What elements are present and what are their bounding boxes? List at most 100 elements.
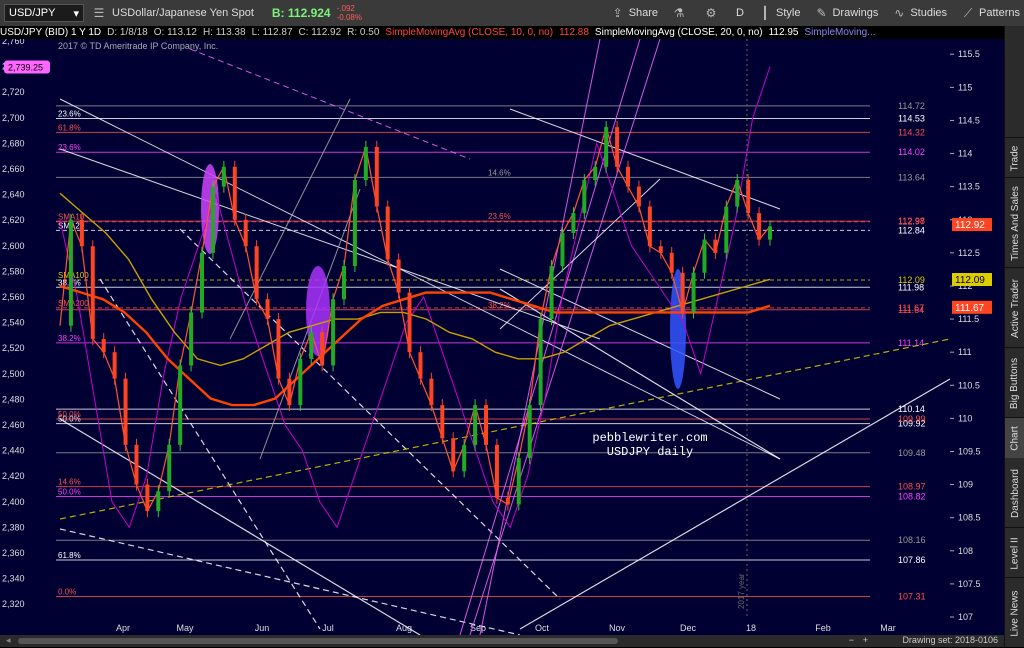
patterns-button[interactable]: ⟋ Patterns — [961, 6, 1020, 20]
candle-body — [320, 332, 325, 366]
side-tab-big-buttons[interactable]: Big Buttons — [1005, 347, 1024, 418]
x-axis-tick: Apr — [116, 623, 130, 633]
left-axis-tick: 2,340 — [2, 574, 25, 584]
side-tab-dashboard[interactable]: Dashboard — [1005, 457, 1024, 528]
x-axis-tick: Jul — [322, 623, 334, 633]
side-tab-times-and-sales[interactable]: Times And Sales — [1005, 177, 1024, 268]
candle-body — [604, 127, 609, 167]
candle-body — [658, 246, 663, 253]
side-tab-label: Times And Sales — [1009, 185, 1021, 261]
level-label: 23.6% — [58, 143, 81, 152]
sma100-badge: 112.09 — [955, 275, 985, 286]
side-tab-label: Big Buttons — [1009, 357, 1021, 409]
gear-button[interactable]: ⚙ — [704, 6, 722, 20]
level-value: 112.98 — [898, 216, 925, 226]
chart-svg[interactable]: 2,320 2,340 2,360 2,380 2,400 2,420 2,440 2,460… — [0, 36, 1004, 636]
share-button[interactable]: ⇪ Share — [611, 6, 658, 20]
info-range: R: 0.50 — [347, 27, 380, 38]
candle-body — [396, 259, 401, 293]
bid-price: B: 112.924 — [271, 6, 331, 20]
info-close: C: 112.92 — [298, 27, 342, 38]
candle-body — [473, 405, 478, 445]
candle-body — [571, 213, 576, 233]
left-axis-tick: 2,360 — [2, 548, 25, 558]
chart-plot-area[interactable]: 2,320 2,340 2,360 2,380 2,400 2,420 2,440 2,460… — [0, 36, 1004, 636]
watermark-line1: pebblewriter.com — [592, 431, 707, 445]
level-label: 61.8% — [58, 123, 81, 132]
year-marker: 2017 year — [737, 573, 746, 609]
candle-body — [505, 497, 510, 505]
candle-body — [352, 180, 357, 267]
left-axis-tick: 2,600 — [2, 241, 25, 251]
candle-body — [713, 239, 718, 253]
level-label: 38.2% — [488, 301, 511, 310]
side-tab-active-trader[interactable]: Active Trader — [1005, 267, 1024, 348]
right-axis-tick: 108.5 — [958, 513, 981, 523]
candle-body — [189, 312, 194, 366]
candle-body — [101, 338, 106, 353]
right-axis-tick: 109 — [958, 480, 973, 490]
candle-body — [451, 438, 456, 472]
candle-body — [538, 319, 543, 406]
left-axis-tick: 2,720 — [2, 87, 25, 97]
candle-body — [156, 491, 161, 512]
level-value: 111.64 — [898, 305, 924, 315]
side-tab-live-news[interactable]: Live News — [1005, 577, 1024, 648]
level-value: 108.16 — [898, 535, 926, 545]
level-value: 114.32 — [898, 127, 925, 137]
chevron-down-icon: ▾ — [73, 7, 79, 20]
candle-body — [527, 405, 532, 459]
share-icon: ⇪ — [612, 6, 623, 20]
candle-body — [494, 444, 499, 498]
side-tab-level-ii[interactable]: Level II — [1005, 527, 1024, 578]
side-tab-trade[interactable]: Trade — [1005, 137, 1024, 178]
right-axis-tick: 114 — [958, 149, 972, 159]
candle-body — [374, 146, 379, 207]
level-value: 113.64 — [898, 172, 925, 182]
symbol-description: USDollar/Japanese Yen Spot — [112, 7, 254, 19]
candle-body — [462, 444, 467, 472]
side-tab-label: Trade — [1009, 145, 1021, 171]
symbol-selector[interactable]: USD/JPY ▾ — [4, 4, 84, 22]
period-button[interactable]: D — [736, 7, 744, 19]
left-axis-tick: 2,520 — [2, 343, 25, 353]
left-axis-tick: 2,560 — [2, 292, 25, 302]
left-axis-tick: 2,620 — [2, 215, 25, 225]
right-axis-tick: 110 — [958, 413, 972, 423]
flask-button[interactable]: ⚗ — [672, 6, 690, 20]
studies-button[interactable]: ∿ Studies — [892, 6, 947, 20]
left-axis-tick: 2,660 — [2, 164, 25, 174]
candle-body — [243, 219, 248, 247]
candle-body — [593, 166, 598, 181]
candle-body — [68, 219, 73, 326]
list-icon[interactable]: ☰ — [92, 6, 106, 20]
candle-body — [145, 484, 150, 512]
symbol-text: USD/JPY — [9, 7, 56, 19]
level-value: 107.31 — [898, 591, 926, 601]
drawings-button[interactable]: ✎ Drawings — [814, 6, 878, 20]
right-axis-tick: 114.5 — [958, 115, 980, 125]
candle-body — [331, 299, 336, 366]
level-value: 107.86 — [898, 555, 926, 565]
drawing-set-label[interactable]: Drawing set: 2018-0106 — [902, 635, 998, 645]
share-label: Share — [628, 7, 659, 19]
x-axis-tick: Oct — [535, 623, 550, 633]
level-label: 23.6% — [488, 212, 511, 221]
candle-body — [636, 186, 641, 207]
x-axis-tick: 18 — [746, 623, 756, 633]
right-axis-tick: 113.5 — [958, 182, 980, 192]
candle-icon: ┃ — [761, 6, 769, 20]
level-label: 50.0% — [58, 410, 81, 419]
left-axis-tick: 2,380 — [2, 522, 25, 532]
zoom-out-icon[interactable]: − — [849, 635, 854, 645]
right-axis-tick: 112.5 — [958, 248, 980, 258]
level-value: 111.14 — [898, 338, 924, 348]
right-axis-tick: 107.5 — [958, 579, 981, 589]
horizontal-scrollbar[interactable] — [18, 638, 618, 644]
side-tab-chart[interactable]: Chart — [1005, 417, 1024, 458]
scroll-left-icon[interactable]: ◂ — [6, 635, 11, 646]
style-button[interactable]: ┃ Style — [758, 6, 800, 20]
candle-body — [178, 365, 183, 445]
zoom-in-icon[interactable]: + — [863, 635, 868, 645]
level-value: 114.53 — [898, 113, 925, 123]
